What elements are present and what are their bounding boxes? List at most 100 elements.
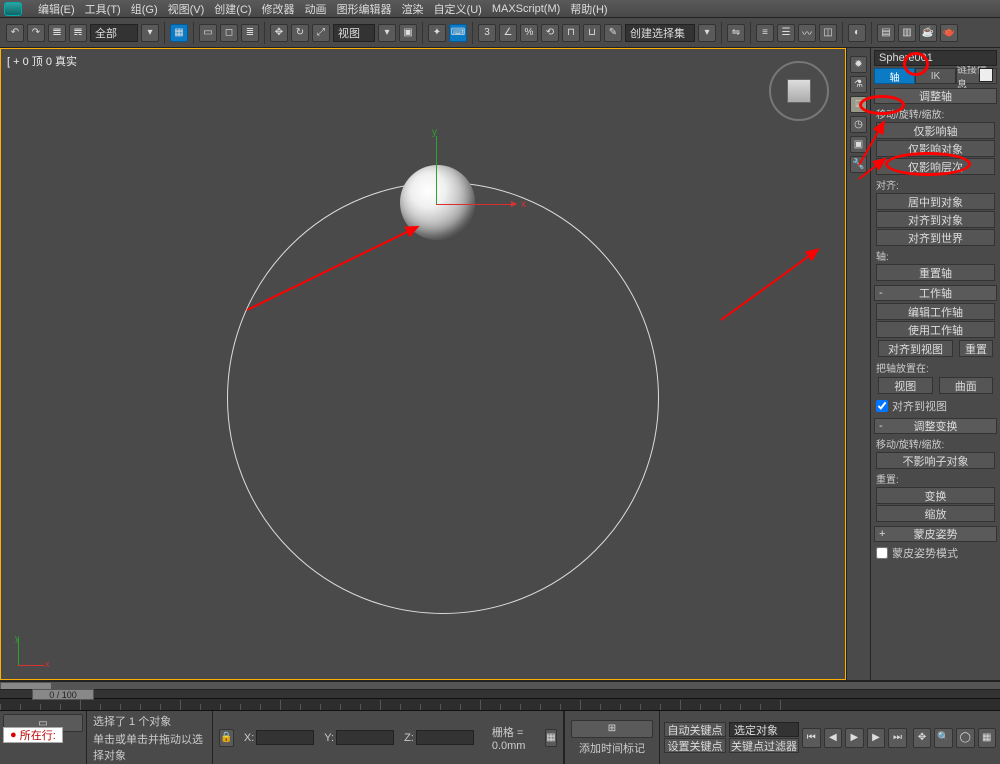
menu-group[interactable]: 组(G): [131, 1, 158, 17]
time-slider-thumb[interactable]: 0 / 100: [32, 689, 94, 700]
x-field[interactable]: [256, 730, 314, 745]
y-field[interactable]: [336, 730, 394, 745]
select-object-icon[interactable]: ▦: [170, 24, 188, 42]
center-to-object-button[interactable]: 居中到对象: [876, 193, 995, 210]
menu-tools[interactable]: 工具(T): [85, 1, 121, 17]
keyboard-shortcut-icon[interactable]: ⌨: [449, 24, 467, 42]
selection-set-dropdown[interactable]: 全部: [90, 24, 138, 42]
modify-panel-icon[interactable]: ⚗: [850, 76, 867, 93]
menu-edit[interactable]: 编辑(E): [38, 1, 75, 17]
goto-end-icon[interactable]: ⏭: [888, 728, 907, 748]
align-to-world-button[interactable]: 对齐到世界: [876, 229, 995, 246]
align-icon[interactable]: ≡: [756, 24, 774, 42]
curve-editor-icon[interactable]: 〰: [798, 24, 816, 42]
scale-icon[interactable]: ⤢: [312, 24, 330, 42]
add-time-tag-label[interactable]: 添加时间标记: [571, 740, 653, 756]
ref-coord-dropdown[interactable]: 视图: [333, 24, 375, 42]
time-slider[interactable]: 0 / 100: [0, 689, 1000, 699]
mirror-icon[interactable]: ⇋: [727, 24, 745, 42]
prev-frame-icon[interactable]: ◀: [824, 728, 843, 748]
menu-customize[interactable]: 自定义(U): [434, 1, 482, 17]
reset-scale-button[interactable]: 缩放: [876, 505, 995, 522]
pivot-center-icon[interactable]: ▣: [399, 24, 417, 42]
menu-help[interactable]: 帮助(H): [570, 1, 607, 17]
play-icon[interactable]: ▶: [845, 728, 864, 748]
rollout-working-pivot[interactable]: 工作轴: [874, 285, 997, 301]
app-logo[interactable]: [4, 2, 22, 16]
select-icon[interactable]: ▭: [199, 24, 217, 42]
circle-shape[interactable]: [227, 182, 659, 614]
viewport-h-scrollbar[interactable]: [0, 681, 1000, 689]
spinner-snap-icon[interactable]: ⟲: [541, 24, 559, 42]
named-selset-dropdown[interactable]: 创建选择集: [625, 24, 695, 42]
main-menubar[interactable]: 编辑(E) 工具(T) 组(G) 视图(V) 创建(C) 修改器 动画 图形编辑…: [0, 0, 1000, 18]
menu-maxscript[interactable]: MAXScript(M): [492, 3, 560, 15]
menu-animation[interactable]: 动画: [305, 1, 327, 17]
render-setup-icon[interactable]: ▤: [877, 24, 895, 42]
set-key-button[interactable]: 设置关键点: [664, 738, 726, 753]
affect-pivot-only-button[interactable]: 仅影响轴: [876, 122, 995, 139]
link-icon[interactable]: 𝌆: [48, 24, 66, 42]
rotate-icon[interactable]: ↻: [291, 24, 309, 42]
place-view-button[interactable]: 视图: [878, 377, 933, 394]
undo-icon[interactable]: ↶: [6, 24, 24, 42]
align-to-view-button[interactable]: 对齐到视图: [878, 340, 953, 357]
next-frame-icon[interactable]: ▶: [867, 728, 886, 748]
render-icon[interactable]: ☕: [919, 24, 937, 42]
rollout-skin-pose[interactable]: 蒙皮姿势: [874, 526, 997, 542]
menu-grapheditors[interactable]: 图形编辑器: [337, 1, 392, 17]
teapot-icon[interactable]: 🫖: [940, 24, 958, 42]
gizmo-x-axis[interactable]: [436, 204, 516, 205]
menu-create[interactable]: 创建(C): [214, 1, 251, 17]
zoom-icon[interactable]: 🔍: [934, 728, 953, 748]
isolate-icon[interactable]: ▦: [545, 729, 557, 747]
orbit-icon[interactable]: ◯: [956, 728, 975, 748]
viewcube[interactable]: [769, 61, 829, 121]
render-frame-icon[interactable]: ▥: [898, 24, 916, 42]
move-icon[interactable]: ✥: [270, 24, 288, 42]
material-editor-icon[interactable]: ◐: [848, 24, 866, 42]
reset-pivot-button[interactable]: 重置轴: [876, 264, 995, 281]
select-manipulate-icon[interactable]: ✦: [428, 24, 446, 42]
motion-panel-icon[interactable]: ◷: [850, 116, 867, 133]
edit-named-sel-icon[interactable]: ✎: [604, 24, 622, 42]
use-working-pivot-button[interactable]: 使用工作轴: [876, 321, 995, 338]
maxscript-prompt[interactable]: ● 所在行:: [3, 727, 63, 743]
edit-working-pivot-button[interactable]: 编辑工作轴: [876, 303, 995, 320]
unlink-icon[interactable]: 𝌇: [69, 24, 87, 42]
z-field[interactable]: [416, 730, 474, 745]
snap-toggle-icon[interactable]: ⊔: [583, 24, 601, 42]
dropdown-arrow-icon[interactable]: ▾: [378, 24, 396, 42]
menu-modifiers[interactable]: 修改器: [262, 1, 295, 17]
reset-transform-button[interactable]: 变换: [876, 487, 995, 504]
snap-3-icon[interactable]: 3: [478, 24, 496, 42]
auto-key-button[interactable]: 自动关键点: [664, 722, 726, 737]
key-target-dropdown[interactable]: 选定对象: [729, 722, 799, 737]
display-panel-icon[interactable]: ▣: [850, 136, 867, 153]
key-filters-button[interactable]: 关键点过滤器: [729, 738, 799, 753]
timeline-ruler[interactable]: [0, 699, 1000, 711]
percent-snap-icon[interactable]: %: [520, 24, 538, 42]
layers-icon[interactable]: ☰: [777, 24, 795, 42]
object-color-swatch[interactable]: [979, 68, 993, 82]
gizmo-y-axis[interactable]: [436, 136, 437, 204]
schematic-view-icon[interactable]: ◫: [819, 24, 837, 42]
max-toggle-icon[interactable]: ▦: [978, 728, 997, 748]
rollout-adjust-transform[interactable]: 调整变换: [874, 418, 997, 434]
redo-icon[interactable]: ↷: [27, 24, 45, 42]
skin-pose-mode-checkbox[interactable]: 蒙皮姿势模式: [876, 545, 995, 561]
goto-start-icon[interactable]: ⏮: [802, 728, 821, 748]
dropdown-arrow-icon[interactable]: ▾: [698, 24, 716, 42]
pan-view-icon[interactable]: ✥: [913, 728, 932, 748]
align-to-view-checkbox[interactable]: 对齐到视图: [876, 398, 995, 414]
select-rect-icon[interactable]: ◻: [220, 24, 238, 42]
time-tags-icon[interactable]: ⊞: [571, 720, 653, 738]
snap-u-icon[interactable]: ⊓: [562, 24, 580, 42]
dropdown-arrow-icon[interactable]: ▾: [141, 24, 159, 42]
menu-rendering[interactable]: 渲染: [402, 1, 424, 17]
align-to-object-button[interactable]: 对齐到对象: [876, 211, 995, 228]
lock-selection-icon[interactable]: 🔒: [219, 729, 233, 747]
angle-snap-icon[interactable]: ∠: [499, 24, 517, 42]
menu-views[interactable]: 视图(V): [168, 1, 205, 17]
select-by-name-icon[interactable]: ≣: [241, 24, 259, 42]
